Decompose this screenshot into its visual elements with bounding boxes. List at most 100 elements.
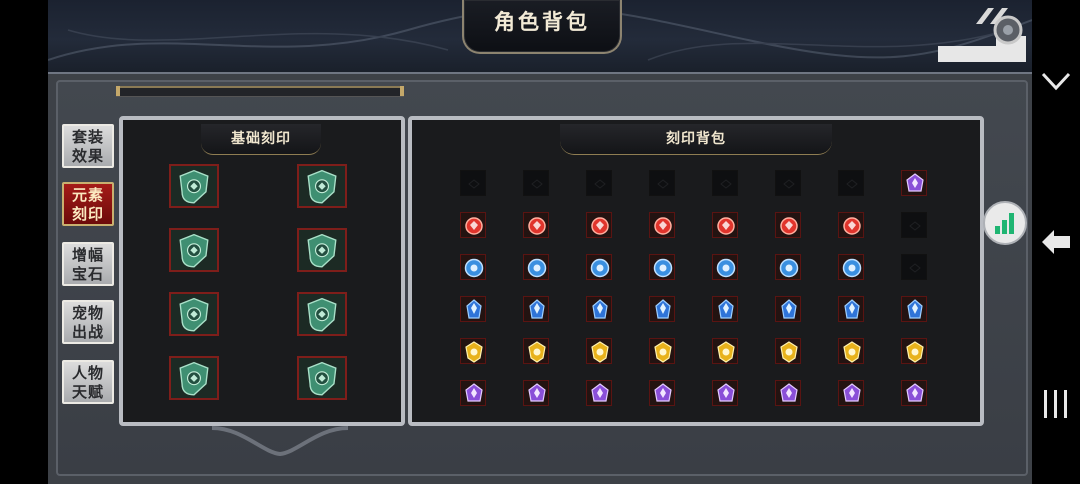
base-slot[interactable] bbox=[297, 292, 347, 336]
bag-slot[interactable] bbox=[901, 338, 927, 364]
purple-gem-icon bbox=[654, 383, 672, 402]
bag-slot[interactable] bbox=[901, 296, 927, 322]
bag-slot[interactable] bbox=[775, 338, 801, 364]
bag-slot[interactable] bbox=[649, 212, 675, 238]
bag-slot[interactable] bbox=[460, 254, 486, 280]
bag-slot[interactable] bbox=[523, 296, 549, 322]
empty-slot[interactable] bbox=[649, 170, 675, 196]
empty-slot[interactable] bbox=[460, 170, 486, 196]
bag-slot[interactable] bbox=[775, 254, 801, 280]
bag-slot[interactable] bbox=[523, 212, 549, 238]
empty-slot[interactable] bbox=[712, 170, 738, 196]
empty-slot-icon bbox=[468, 179, 480, 189]
bag-slot[interactable] bbox=[712, 338, 738, 364]
blue-round-gem-icon bbox=[590, 258, 610, 278]
shield-gem-icon bbox=[171, 294, 217, 335]
blue-round-gem-icon bbox=[464, 258, 484, 278]
close-icon[interactable] bbox=[936, 2, 1028, 64]
bag-slot[interactable] bbox=[712, 380, 738, 406]
bag-slot[interactable] bbox=[838, 338, 864, 364]
bag-slot[interactable] bbox=[901, 380, 927, 406]
bag-slot[interactable] bbox=[460, 296, 486, 322]
side-tab-label-line1: 增幅 bbox=[71, 246, 104, 264]
empty-slot-icon bbox=[594, 179, 606, 189]
gold-gem-icon bbox=[843, 341, 861, 363]
base-slot[interactable] bbox=[169, 356, 219, 400]
bag-slot[interactable] bbox=[775, 380, 801, 406]
gold-gem-icon bbox=[780, 341, 798, 363]
bag-slot[interactable] bbox=[586, 338, 612, 364]
bag-slot[interactable] bbox=[586, 296, 612, 322]
base-slot[interactable] bbox=[297, 228, 347, 272]
bag-slot[interactable] bbox=[712, 212, 738, 238]
empty-slot[interactable] bbox=[586, 170, 612, 196]
base-slot[interactable] bbox=[169, 228, 219, 272]
title-plate: 角色背包 bbox=[462, 0, 622, 54]
bag-slot[interactable] bbox=[838, 212, 864, 238]
bag-slot[interactable] bbox=[523, 338, 549, 364]
side-tab-label-line1: 人物 bbox=[71, 364, 104, 382]
bag-slot[interactable] bbox=[649, 338, 675, 364]
bag-slot[interactable] bbox=[838, 296, 864, 322]
bag-slot[interactable] bbox=[775, 212, 801, 238]
bag-slot[interactable] bbox=[775, 296, 801, 322]
bag-slot[interactable] bbox=[460, 338, 486, 364]
bag-slot[interactable] bbox=[586, 254, 612, 280]
blue-round-gem-icon bbox=[842, 258, 862, 278]
bag-slot[interactable] bbox=[838, 380, 864, 406]
signal-bars-icon[interactable] bbox=[982, 200, 1028, 246]
side-tab-label-line1: 套装 bbox=[71, 128, 104, 146]
empty-slot[interactable] bbox=[901, 254, 927, 280]
bag-slot[interactable] bbox=[649, 296, 675, 322]
base-slot[interactable] bbox=[297, 356, 347, 400]
gold-gem-icon bbox=[654, 341, 672, 363]
side-tab-0[interactable]: 套装 效果 bbox=[62, 124, 114, 168]
empty-slot-icon bbox=[909, 221, 921, 231]
side-tab-3[interactable]: 宠物 出战 bbox=[62, 300, 114, 344]
chevron-down-icon[interactable] bbox=[1040, 66, 1072, 96]
side-tab-2[interactable]: 增幅 宝石 bbox=[62, 242, 114, 286]
shield-gem-icon bbox=[171, 230, 217, 271]
base-slot[interactable] bbox=[169, 292, 219, 336]
base-engraving-panel: 基础刻印 bbox=[119, 116, 405, 426]
page-title: 角色背包 bbox=[494, 9, 590, 34]
blue-crystal-gem-icon bbox=[466, 299, 482, 319]
bag-slot[interactable] bbox=[460, 380, 486, 406]
empty-slot[interactable] bbox=[901, 212, 927, 238]
shield-gem-icon bbox=[299, 294, 345, 335]
gold-gem-icon bbox=[465, 341, 483, 363]
bag-slot[interactable] bbox=[838, 254, 864, 280]
red-gem-icon bbox=[843, 217, 861, 235]
side-tab-label-line1: 元素 bbox=[71, 186, 104, 204]
banner-end-right bbox=[400, 86, 404, 96]
back-arrow-icon[interactable] bbox=[1040, 226, 1074, 258]
menu-icon[interactable] bbox=[1042, 388, 1072, 422]
bag-slot[interactable] bbox=[712, 254, 738, 280]
banner-bar bbox=[116, 86, 404, 97]
blue-round-gem-icon bbox=[527, 258, 547, 278]
blue-crystal-gem-icon bbox=[907, 299, 923, 319]
red-gem-icon bbox=[780, 217, 798, 235]
red-gem-icon bbox=[465, 217, 483, 235]
empty-slot-icon bbox=[846, 179, 858, 189]
bag-slot[interactable] bbox=[460, 212, 486, 238]
purple-gem-icon bbox=[843, 383, 861, 402]
empty-slot[interactable] bbox=[775, 170, 801, 196]
empty-slot-icon bbox=[783, 179, 795, 189]
side-tab-1[interactable]: 元素 刻印 bbox=[62, 182, 114, 226]
base-slot[interactable] bbox=[169, 164, 219, 208]
gold-gem-icon bbox=[906, 341, 924, 363]
bag-slot[interactable] bbox=[523, 380, 549, 406]
bag-slot[interactable] bbox=[649, 254, 675, 280]
bag-slot[interactable] bbox=[586, 380, 612, 406]
side-tab-4[interactable]: 人物 天赋 bbox=[62, 360, 114, 404]
bag-slot[interactable] bbox=[649, 380, 675, 406]
shield-gem-icon bbox=[299, 358, 345, 399]
empty-slot[interactable] bbox=[523, 170, 549, 196]
bag-slot[interactable] bbox=[586, 212, 612, 238]
bag-slot[interactable] bbox=[901, 170, 927, 196]
bag-slot[interactable] bbox=[712, 296, 738, 322]
empty-slot[interactable] bbox=[838, 170, 864, 196]
bag-slot[interactable] bbox=[523, 254, 549, 280]
base-slot[interactable] bbox=[297, 164, 347, 208]
